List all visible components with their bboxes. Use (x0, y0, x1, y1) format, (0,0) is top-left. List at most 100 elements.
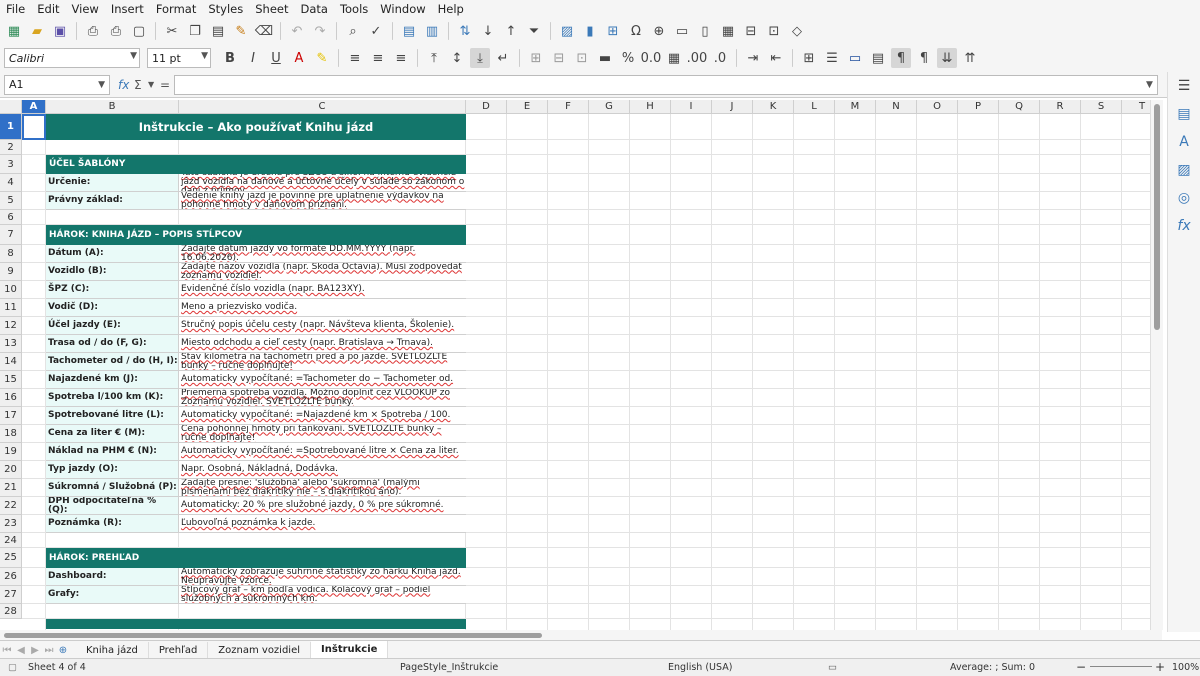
menu-styles[interactable]: Styles (202, 2, 249, 16)
redo-icon[interactable]: ↷ (310, 21, 330, 41)
insert-chart-icon[interactable]: ▮ (580, 21, 600, 41)
spreadsheet-grid[interactable]: A B C D E F G H I J K L M N O P Q R S T 1 2 3 4 5 6 7 8 9 10 11 12 13 14 1… (0, 100, 1150, 630)
row-header-18[interactable]: 18 (0, 425, 22, 443)
column-header-m[interactable]: M (835, 100, 876, 114)
font-size-box[interactable]: 11 pt ▼ (147, 48, 211, 68)
insert-image-icon[interactable]: ▨ (557, 21, 577, 41)
unmerge-cells-icon[interactable]: ⊡ (572, 48, 592, 68)
highlight-color-icon[interactable]: ✎ (312, 48, 332, 68)
styles-icon[interactable]: A (1168, 128, 1200, 156)
align-right-icon[interactable]: ≡ (391, 48, 411, 68)
row-header-20[interactable]: 20 (0, 461, 22, 479)
row-header-7[interactable]: 7 (0, 225, 22, 245)
bold-icon[interactable]: B (220, 48, 240, 68)
column-header-k[interactable]: K (753, 100, 794, 114)
wrap-text-icon[interactable]: ↵ (493, 48, 513, 68)
currency-format-icon[interactable]: ▬ (595, 48, 615, 68)
row-header-19[interactable]: 19 (0, 443, 22, 461)
show-draw-functions-icon[interactable]: ◇ (787, 21, 807, 41)
header-footer-icon[interactable]: ▯ (695, 21, 715, 41)
horizontal-scrollbar[interactable] (0, 630, 1162, 640)
align-left-icon[interactable]: ≡ (345, 48, 365, 68)
menu-icon[interactable]: ☰ (1168, 72, 1200, 100)
row-header-24[interactable]: 24 (0, 533, 22, 548)
align-bottom-icon[interactable]: ⤓ (470, 48, 490, 68)
row-header-22[interactable]: 22 (0, 497, 22, 515)
menu-file[interactable]: File (0, 2, 31, 16)
zoom-out-icon[interactable]: − (1076, 660, 1086, 674)
column-header-n[interactable]: N (876, 100, 917, 114)
font-color-icon[interactable]: A (289, 48, 309, 68)
function-wizard-icon[interactable]: fx (118, 75, 129, 95)
column-header-h[interactable]: H (630, 100, 671, 114)
row-header-1[interactable]: 1 (0, 114, 22, 140)
menu-insert[interactable]: Insert (105, 2, 150, 16)
column-header-p[interactable]: P (958, 100, 999, 114)
row-header-5[interactable]: 5 (0, 192, 22, 210)
row-header-17[interactable]: 17 (0, 407, 22, 425)
merge-cells-icon[interactable]: ⊟ (549, 48, 569, 68)
column-icon[interactable]: ▥ (422, 21, 442, 41)
borders-icon[interactable]: ⊞ (799, 48, 819, 68)
sort-descending-icon[interactable]: ↑ (501, 21, 521, 41)
column-header-l[interactable]: L (794, 100, 835, 114)
text-ltr-icon[interactable]: ¶ (891, 48, 911, 68)
column-header-j[interactable]: J (712, 100, 753, 114)
page-style[interactable]: PageStyle_Inštrukcie (400, 662, 498, 673)
next-sheet-icon[interactable]: ▶ (28, 645, 42, 656)
date-format-icon[interactable]: ▦ (664, 48, 684, 68)
menu-data[interactable]: Data (294, 2, 333, 16)
row-header-23[interactable]: 23 (0, 515, 22, 533)
font-name-box[interactable]: Calibri ▼ (4, 48, 140, 68)
border-color-icon[interactable]: ▭ (845, 48, 865, 68)
vertical-text-icon[interactable]: ⇊ (937, 48, 957, 68)
delete-decimal-icon[interactable]: .0 (710, 48, 730, 68)
zoom-slider[interactable] (1090, 666, 1152, 667)
menu-tools[interactable]: Tools (334, 2, 374, 16)
vertical-scrollbar[interactable] (1150, 100, 1163, 630)
percent-format-icon[interactable]: % (618, 48, 638, 68)
define-print-area-icon[interactable]: ▦ (718, 21, 738, 41)
formula-icon[interactable]: = (160, 75, 170, 95)
row-header-26[interactable]: 26 (0, 568, 22, 586)
row-header-13[interactable]: 13 (0, 335, 22, 353)
column-header-s[interactable]: S (1081, 100, 1122, 114)
row-header-25[interactable]: 25 (0, 548, 22, 568)
sort-icon[interactable]: ⇅ (455, 21, 475, 41)
clone-formatting-icon[interactable]: ✎ (231, 21, 251, 41)
selected-cell-a1[interactable] (22, 114, 46, 140)
navigator-icon[interactable]: ◎ (1168, 184, 1200, 212)
cut-icon[interactable]: ✂ (162, 21, 182, 41)
underline-icon[interactable]: U (266, 48, 286, 68)
align-center-icon[interactable]: ≡ (368, 48, 388, 68)
row-header-14[interactable]: 14 (0, 353, 22, 371)
selection-mode-icon[interactable]: ▭ (828, 662, 837, 673)
chevron-down-icon[interactable]: ▼ (148, 75, 154, 95)
row-header-21[interactable]: 21 (0, 479, 22, 497)
split-window-icon[interactable]: ⊡ (764, 21, 784, 41)
comment-icon[interactable]: ▭ (672, 21, 692, 41)
language[interactable]: English (USA) (668, 662, 732, 673)
copy-icon[interactable]: ❐ (185, 21, 205, 41)
print-preview-icon[interactable]: ▢ (129, 21, 149, 41)
column-header-r[interactable]: R (1040, 100, 1081, 114)
row-header-11[interactable]: 11 (0, 299, 22, 317)
new-icon[interactable]: ▦ (4, 21, 24, 41)
column-header-t[interactable]: T (1122, 100, 1150, 114)
column-header-e[interactable]: E (507, 100, 548, 114)
column-header-i[interactable]: I (671, 100, 712, 114)
sort-ascending-icon[interactable]: ↓ (478, 21, 498, 41)
tab-kniha-jazd[interactable]: Kniha jázd (76, 641, 149, 659)
decrease-indent-icon[interactable]: ⇤ (766, 48, 786, 68)
gallery-icon[interactable]: ▨ (1168, 156, 1200, 184)
row-header-10[interactable]: 10 (0, 281, 22, 299)
row-header-12[interactable]: 12 (0, 317, 22, 335)
export-pdf-icon[interactable]: ⎙ (83, 21, 103, 41)
name-box[interactable]: A1 ▼ (4, 75, 110, 95)
text-rtl-icon[interactable]: ¶ (914, 48, 934, 68)
row-header-16[interactable]: 16 (0, 389, 22, 407)
scroll-thumb[interactable] (4, 633, 542, 638)
column-header-g[interactable]: G (589, 100, 630, 114)
autofilter-icon[interactable]: ⏷ (524, 21, 544, 41)
menu-sheet[interactable]: Sheet (249, 2, 294, 16)
